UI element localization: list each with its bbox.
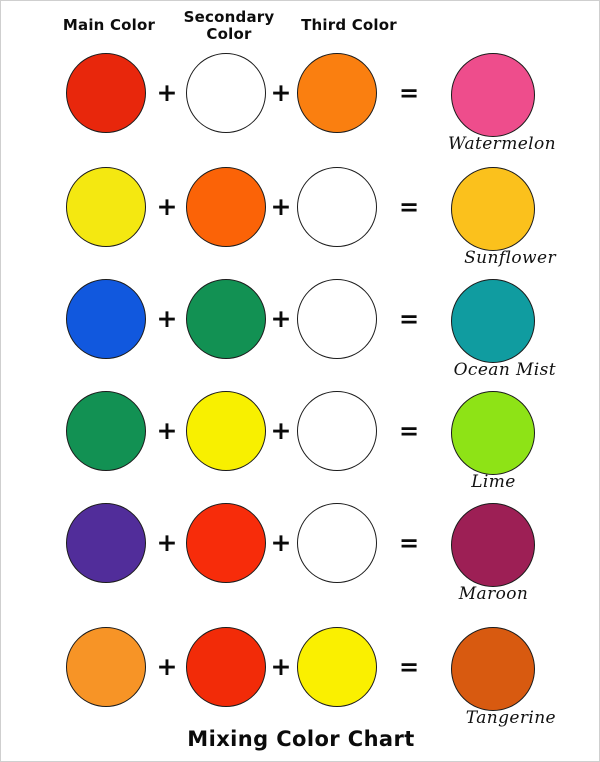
plus-operator: + bbox=[156, 416, 178, 445]
color-equation-row: + + = Lime bbox=[1, 391, 599, 503]
result-color-label: Watermelon bbox=[448, 134, 556, 154]
plus-operator: + bbox=[270, 192, 292, 221]
color-equation-row: + + = Sunflower bbox=[1, 167, 599, 279]
equals-operator: = bbox=[398, 79, 420, 107]
equals-operator: = bbox=[398, 193, 420, 221]
third-color-circle[interactable] bbox=[297, 391, 377, 471]
plus-operator: + bbox=[270, 416, 292, 445]
secondary-color-circle[interactable] bbox=[186, 391, 266, 471]
result-color-circle[interactable] bbox=[451, 391, 535, 475]
plus-operator: + bbox=[270, 528, 292, 557]
secondary-color-circle[interactable] bbox=[186, 167, 266, 247]
mixing-color-chart-page: Main Color Secondary Color Third Color +… bbox=[0, 0, 600, 762]
secondary-color-circle[interactable] bbox=[186, 627, 266, 707]
plus-operator: + bbox=[270, 78, 292, 107]
result-color-label: Maroon bbox=[458, 584, 529, 604]
third-color-circle[interactable] bbox=[297, 627, 377, 707]
main-color-circle[interactable] bbox=[66, 391, 146, 471]
main-color-circle[interactable] bbox=[66, 53, 146, 133]
result-color-circle[interactable] bbox=[451, 279, 535, 363]
result-color-circle[interactable] bbox=[451, 53, 535, 137]
third-color-circle[interactable] bbox=[297, 503, 377, 583]
secondary-color-circle[interactable] bbox=[186, 279, 266, 359]
secondary-color-circle[interactable] bbox=[186, 53, 266, 133]
secondary-color-circle[interactable] bbox=[186, 503, 266, 583]
main-color-circle[interactable] bbox=[66, 503, 146, 583]
column-header-third-color: Third Color bbox=[301, 16, 397, 34]
result-color-circle[interactable] bbox=[451, 167, 535, 251]
column-header-secondary-color: Secondary Color bbox=[183, 8, 275, 43]
plus-operator: + bbox=[156, 192, 178, 221]
color-equation-row: + + = Maroon bbox=[1, 503, 599, 615]
result-color-label: Sunflower bbox=[464, 248, 556, 268]
result-color-circle[interactable] bbox=[451, 503, 535, 587]
main-color-circle[interactable] bbox=[66, 627, 146, 707]
equals-operator: = bbox=[398, 653, 420, 681]
equals-operator: = bbox=[398, 417, 420, 445]
plus-operator: + bbox=[156, 528, 178, 557]
plus-operator: + bbox=[270, 304, 292, 333]
equals-operator: = bbox=[398, 529, 420, 557]
main-color-circle[interactable] bbox=[66, 167, 146, 247]
color-equation-row: + + = Watermelon bbox=[1, 53, 599, 165]
result-color-label: Ocean Mist bbox=[453, 360, 556, 380]
main-color-circle[interactable] bbox=[66, 279, 146, 359]
column-header-main-color: Main Color bbox=[62, 16, 156, 34]
equals-operator: = bbox=[398, 305, 420, 333]
result-color-label: Tangerine bbox=[465, 708, 556, 728]
result-color-label: Lime bbox=[471, 472, 516, 492]
result-color-circle[interactable] bbox=[451, 627, 535, 711]
plus-operator: + bbox=[156, 652, 178, 681]
page-title: Mixing Color Chart bbox=[187, 727, 415, 751]
plus-operator: + bbox=[156, 304, 178, 333]
color-equation-row: + + = Tangerine bbox=[1, 627, 599, 739]
plus-operator: + bbox=[270, 652, 292, 681]
third-color-circle[interactable] bbox=[297, 53, 377, 133]
third-color-circle[interactable] bbox=[297, 279, 377, 359]
third-color-circle[interactable] bbox=[297, 167, 377, 247]
color-equation-row: + + = Ocean Mist bbox=[1, 279, 599, 391]
plus-operator: + bbox=[156, 78, 178, 107]
